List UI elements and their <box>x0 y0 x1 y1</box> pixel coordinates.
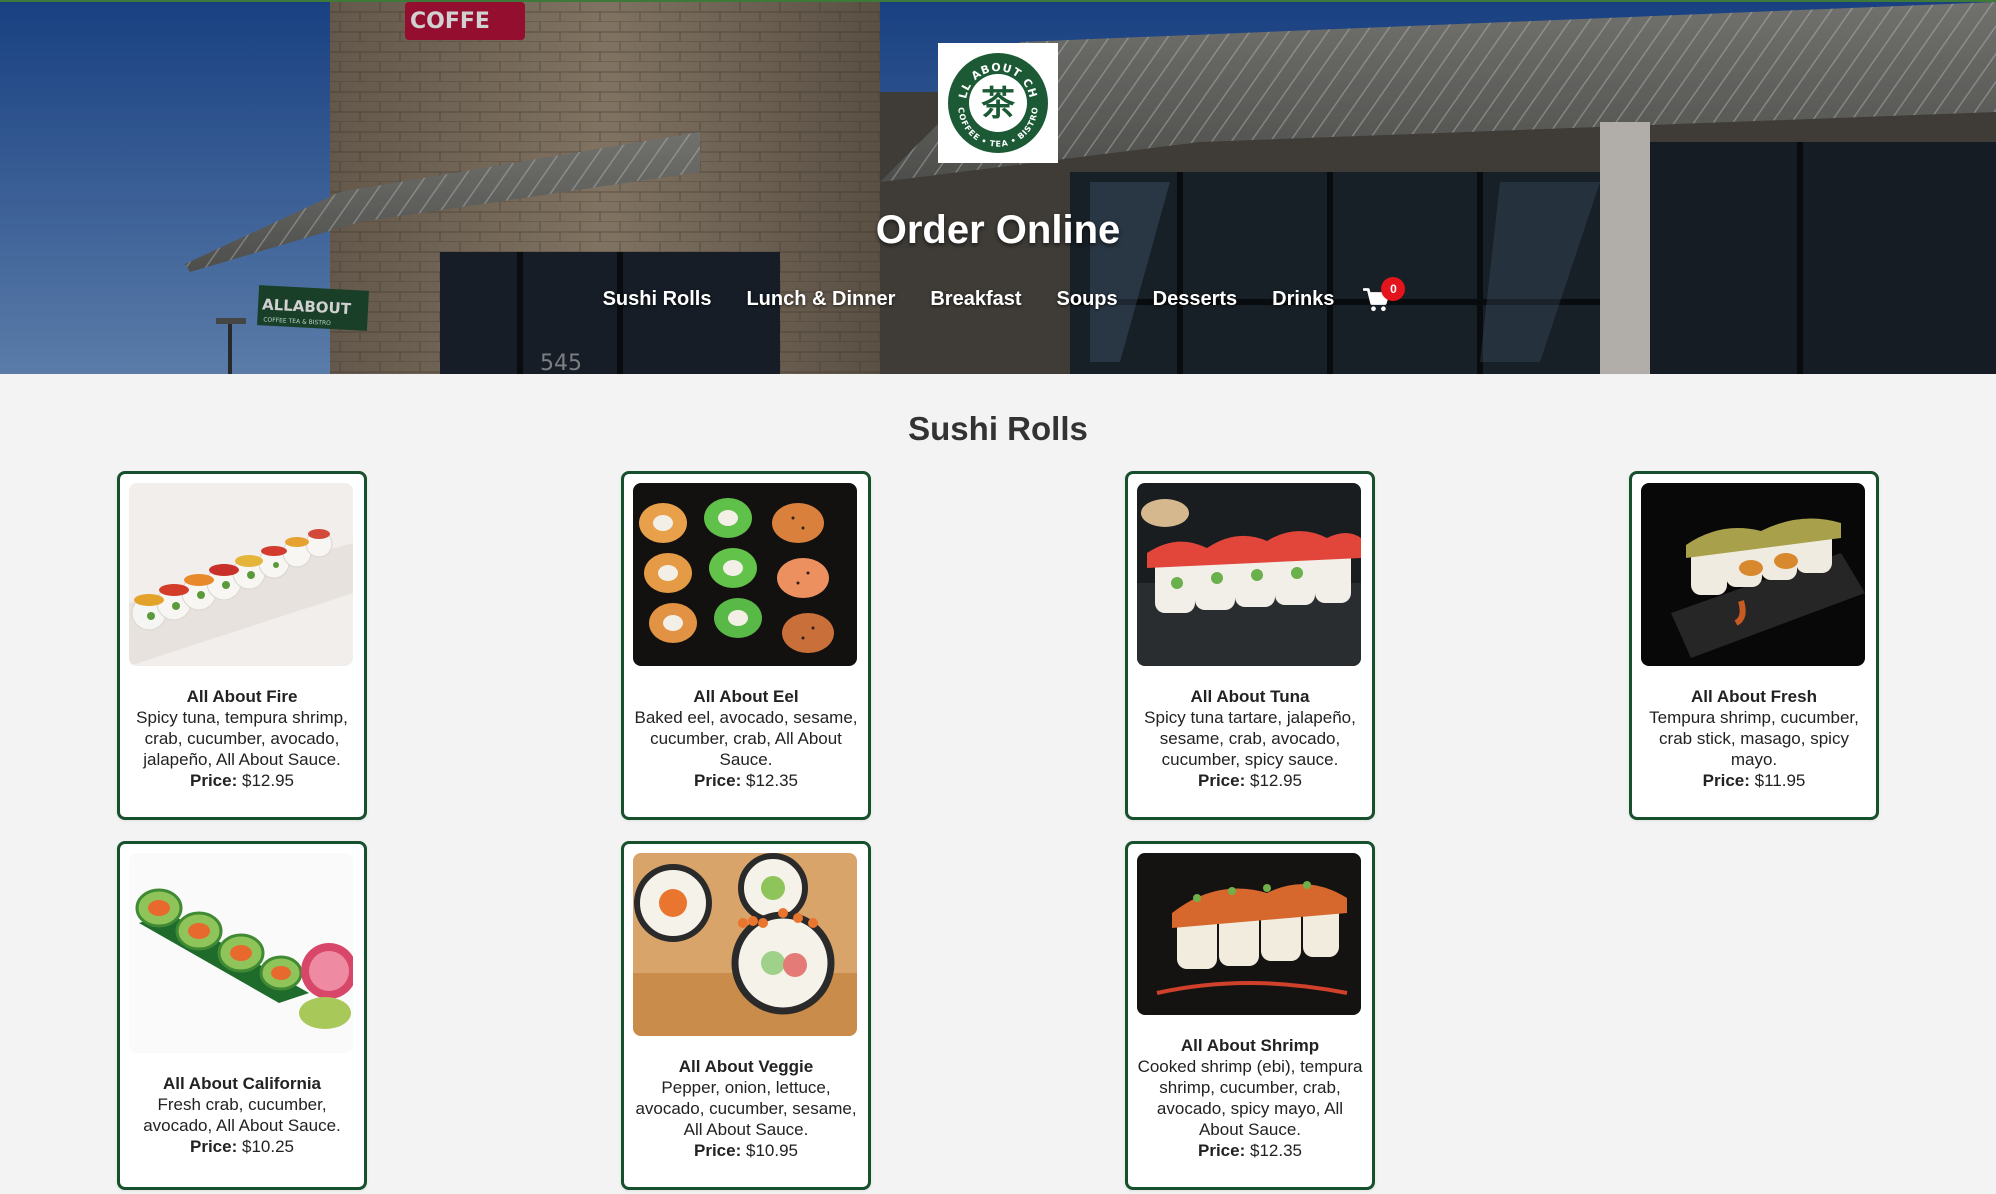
item-price: Price: $12.35 <box>1137 1140 1363 1161</box>
price-value: $11.95 <box>1754 771 1806 790</box>
item-name: All About Fresh <box>1691 687 1817 706</box>
menu-item-card[interactable]: All About Veggie Pepper, onion, lettuce,… <box>621 841 871 1190</box>
menu-item-card[interactable]: All About Eel Baked eel, avocado, sesame… <box>621 471 871 820</box>
item-name: All About Shrimp <box>1180 1036 1320 1055</box>
item-description: Cooked shrimp (ebi), tempura shrimp, cuc… <box>1137 1057 1363 1139</box>
hero-banner: COFFE ALLABOUT COFFEE TEA & BISTRO 545 A… <box>0 0 1996 374</box>
sushi-image <box>1137 483 1361 666</box>
menu-item-card[interactable]: All About Shrimp Cooked shrimp (ebi), te… <box>1125 841 1375 1190</box>
item-price: Price: $12.35 <box>633 770 859 791</box>
price-value: $12.95 <box>241 771 294 790</box>
sushi-image <box>633 853 857 1036</box>
menu-item-card[interactable]: All About Fresh Tempura shrimp, cucumber… <box>1629 471 1879 820</box>
item-name: All About Veggie <box>678 1057 814 1076</box>
item-name: All About Tuna <box>1190 687 1310 706</box>
item-description: Spicy tuna, tempura shrimp, crab, cucumb… <box>136 708 348 769</box>
sushi-image <box>1641 483 1865 666</box>
nav-lunch-dinner[interactable]: Lunch & Dinner <box>746 288 895 316</box>
item-description: Baked eel, avocado, sesame, cucumber, cr… <box>634 708 858 769</box>
item-name: All About Fire <box>186 687 298 706</box>
price-value: $10.95 <box>745 1141 798 1160</box>
item-description: Tempura shrimp, cucumber, crab stick, ma… <box>1649 708 1859 769</box>
section-title: Sushi Rolls <box>908 410 1088 447</box>
menu-item-card[interactable]: All About California Fresh crab, cucumbe… <box>117 841 367 1190</box>
price-label: Price: <box>1198 1141 1246 1160</box>
price-value: $12.95 <box>1249 771 1302 790</box>
sushi-image <box>129 483 353 666</box>
menu-item-card[interactable]: All About Tuna Spicy tuna tartare, jalap… <box>1125 471 1375 820</box>
all-about-cha-logo-icon: ALL ABOUT CHA COFFEE • TEA • BISTRO 茶 <box>946 51 1048 153</box>
nav-desserts[interactable]: Desserts <box>1153 288 1238 316</box>
item-name: All About California <box>162 1074 322 1093</box>
nav-breakfast[interactable]: Breakfast <box>930 288 1021 316</box>
nav-drinks[interactable]: Drinks <box>1272 288 1334 316</box>
item-price: Price: $12.95 <box>129 770 355 791</box>
price-value: $12.35 <box>1249 1141 1302 1160</box>
logo-glyph: 茶 <box>981 84 1016 124</box>
nav-sushi-rolls[interactable]: Sushi Rolls <box>603 288 712 316</box>
sushi-image <box>129 853 353 1053</box>
price-label: Price: <box>190 771 238 790</box>
item-description: Pepper, onion, lettuce, avocado, cucumbe… <box>635 1078 857 1139</box>
price-label: Price: <box>694 1141 742 1160</box>
item-description: Fresh crab, cucumber, avocado, All About… <box>143 1095 341 1135</box>
price-label: Price: <box>694 771 742 790</box>
category-nav: Sushi Rolls Lunch & Dinner Breakfast Sou… <box>0 277 1996 316</box>
item-description: Spicy tuna tartare, jalapeño, sesame, cr… <box>1144 708 1356 769</box>
price-label: Price: <box>1198 771 1246 790</box>
nav-soups[interactable]: Soups <box>1057 288 1118 316</box>
item-price: Price: $10.25 <box>129 1136 355 1157</box>
item-price: Price: $11.95 <box>1641 770 1867 791</box>
sushi-image <box>633 483 857 666</box>
page-title: Order Online <box>875 208 1121 252</box>
price-value: $12.35 <box>745 771 798 790</box>
menu-item-card[interactable]: All About Fire Spicy tuna, tempura shrim… <box>117 471 367 820</box>
price-label: Price: <box>1702 771 1750 790</box>
cart-button[interactable]: 0 <box>1363 277 1406 316</box>
brand-logo[interactable]: ALL ABOUT CHA COFFEE • TEA • BISTRO 茶 <box>938 43 1058 163</box>
item-price: Price: $10.95 <box>633 1140 859 1161</box>
cart-count-badge: 0 <box>1381 277 1406 301</box>
item-name: All About Eel <box>693 687 799 706</box>
price-value: $10.25 <box>241 1137 294 1156</box>
price-label: Price: <box>190 1137 238 1156</box>
sushi-image <box>1137 853 1361 1015</box>
item-price: Price: $12.95 <box>1137 770 1363 791</box>
